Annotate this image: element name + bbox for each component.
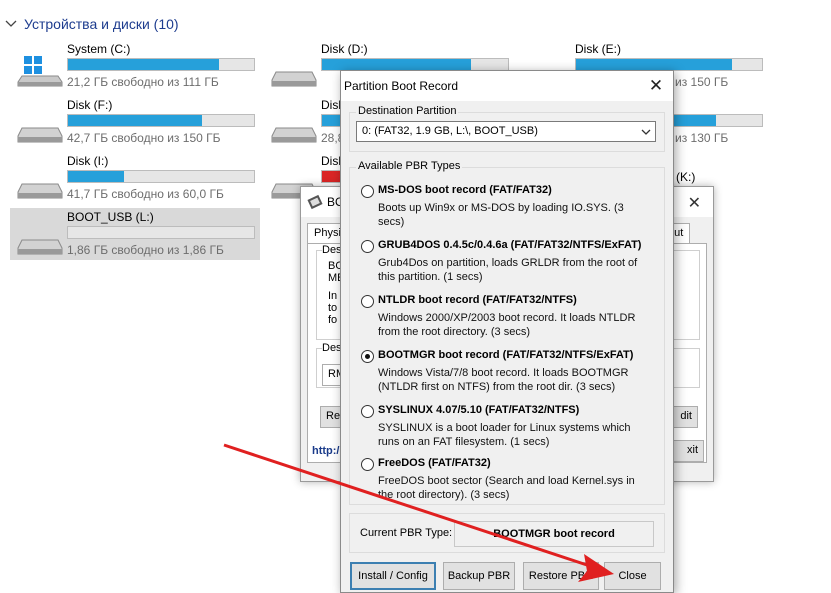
drive-usage-bar	[67, 170, 255, 183]
destination-partition-value: 0: (FAT32, 1.9 GB, L:\, BOOT_USB)	[362, 125, 538, 137]
dialog-title: Partition Boot Record	[344, 79, 459, 93]
option-label: SYSLINUX 4.07/5.10 (FAT/FAT32/NTFS)	[378, 404, 580, 416]
drive-name: BOOT_USB (L:)	[67, 210, 154, 224]
drive-size: 1,86 ГБ свободно из 1,86 ГБ	[67, 243, 224, 257]
close-button[interactable]: Close	[604, 562, 661, 590]
option-label: BOOTMGR boot record (FAT/FAT32/NTFS/ExFA…	[378, 349, 634, 361]
devices-section-header[interactable]: Устройства и диски (10)	[4, 14, 179, 34]
drive-size: из 150 ГБ	[675, 75, 729, 89]
drive-usage-bar	[67, 58, 255, 71]
destination-partition-legend: Destination Partition	[356, 105, 459, 117]
option-description: Grub4Dos on partition, loads GRLDR from …	[378, 257, 638, 283]
desc-line: In	[328, 290, 338, 302]
option-description: SYSLINUX is a boot loader for Linux syst…	[378, 422, 631, 448]
chevron-down-icon	[641, 129, 651, 135]
drive-usage-bar	[67, 226, 255, 239]
hard-drive-icon	[17, 183, 63, 199]
radio-button[interactable]	[361, 240, 374, 253]
drive-name: Disk (F:)	[67, 98, 113, 112]
drive-name: Disk (E:)	[575, 42, 621, 56]
drive-name: System (C:)	[67, 42, 131, 56]
backup-pbr-button[interactable]: Backup PBR	[443, 562, 515, 590]
drive-l[interactable]: BOOT_USB (L:) 1,86 ГБ свободно из 1,86 Г…	[10, 208, 260, 260]
desc-line: to	[328, 302, 338, 314]
hard-drive-icon	[17, 127, 63, 143]
drive-c[interactable]: System (C:) 21,2 ГБ свободно из 111 ГБ	[10, 40, 260, 92]
option-label: FreeDOS (FAT/FAT32)	[378, 457, 491, 469]
pbr-titlebar: Partition Boot Record ✕	[341, 71, 673, 101]
radio-button[interactable]	[361, 185, 374, 198]
chevron-down-icon	[5, 20, 17, 27]
desc-line: fo	[328, 314, 338, 326]
radio-button-checked[interactable]	[361, 350, 374, 363]
drive-name: Disk (D:)	[321, 42, 368, 56]
destination-legend: Des	[322, 342, 342, 354]
option-description: Windows 2000/XP/2003 boot record. It loa…	[378, 312, 636, 338]
current-pbr-label: Current PBR Type:	[360, 527, 453, 539]
drive-f[interactable]: Disk (F:) 42,7 ГБ свободно из 150 ГБ	[10, 96, 260, 148]
hard-drive-icon	[271, 71, 317, 87]
description-legend: Des	[322, 244, 342, 256]
drive-name: (K:)	[676, 170, 696, 184]
drive-size: из 130 ГБ	[675, 131, 729, 145]
hard-drive-icon	[271, 127, 317, 143]
option-description: Windows Vista/7/8 boot record. It loads …	[378, 367, 629, 393]
destination-partition-select[interactable]: 0: (FAT32, 1.9 GB, L:\, BOOT_USB)	[356, 121, 656, 142]
windows-drive-icon	[17, 56, 63, 87]
drive-usage-bar	[67, 114, 255, 127]
usb-drive-icon	[17, 239, 63, 255]
radio-button[interactable]	[361, 405, 374, 418]
radio-button[interactable]	[361, 458, 374, 471]
pbr-dialog: Partition Boot Record ✕ Destination Part…	[340, 70, 674, 593]
drive-size: 41,7 ГБ свободно из 60,0 ГБ	[67, 187, 224, 201]
close-icon[interactable]: ✕	[688, 193, 701, 213]
close-icon[interactable]: ✕	[645, 75, 667, 97]
drive-size: 21,2 ГБ свободно из 111 ГБ	[67, 75, 219, 89]
current-pbr-value: BOOTMGR boot record	[454, 521, 654, 547]
option-label: GRUB4DOS 0.4.5c/0.4.6a (FAT/FAT32/NTFS/E…	[378, 239, 642, 251]
restore-pbr-button[interactable]: Restore PBR	[523, 562, 599, 590]
option-description: FreeDOS boot sector (Search and load Ker…	[378, 475, 635, 501]
bootice-app-icon	[307, 194, 323, 210]
homepage-link[interactable]: http:/	[312, 445, 339, 457]
drive-name: Disk (I:)	[67, 154, 109, 168]
option-description: Boots up Win9x or MS-DOS by loading IO.S…	[378, 202, 624, 228]
drive-i[interactable]: Disk (I:) 41,7 ГБ свободно из 60,0 ГБ	[10, 152, 260, 204]
section-title: Устройства и диски (10)	[24, 16, 179, 32]
radio-button[interactable]	[361, 295, 374, 308]
drive-size: 42,7 ГБ свободно из 150 ГБ	[67, 131, 221, 145]
install-config-button[interactable]: Install / Config	[350, 562, 436, 590]
option-label: NTLDR boot record (FAT/FAT32/NTFS)	[378, 294, 577, 306]
pbr-types-legend: Available PBR Types	[356, 160, 463, 172]
option-label: MS-DOS boot record (FAT/FAT32)	[378, 184, 552, 196]
